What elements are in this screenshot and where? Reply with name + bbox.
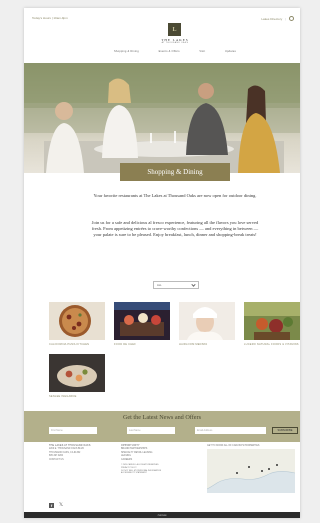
intro-text: Your favorite restaurants at The Lakes a…	[93, 193, 257, 198]
brand-logo[interactable]: Caruso	[158, 513, 167, 517]
chevron-down-icon	[191, 282, 196, 287]
intro-text-secondary: Join us for a safe and delicious al fres…	[91, 220, 259, 238]
footer-contact: THE LAKES AT THOUSAND OAKS 2200 E. THOUS…	[49, 445, 91, 462]
tenant-image	[49, 354, 105, 392]
page: Today's Hours | 10am-9pm Lakes Directory…	[24, 8, 300, 518]
tenant-card[interactable]: LUCERO NATURAL FOODS & VITAMINS	[244, 302, 300, 346]
social-links: f 𝕏	[49, 502, 63, 508]
logo[interactable]: L	[168, 23, 181, 36]
tenant-name: HAIRLOOM MEDSPA	[179, 343, 208, 346]
nav-item-events-offers[interactable]: Events & Offers	[159, 50, 180, 53]
tenant-name: CALIFORNIA PIZZA KITCHEN	[49, 343, 90, 346]
tenant-image	[244, 302, 300, 340]
facebook-icon[interactable]: f	[49, 502, 54, 508]
email-field[interactable]: Email Address	[195, 427, 266, 434]
footer-legal: © 2020 CARUSO. ALL RIGHTS RESERVED. PRIV…	[121, 464, 161, 475]
tenant-name: FOOD DE CHEF	[114, 343, 136, 346]
filter-value: ALL	[157, 283, 162, 287]
map-title: GET TO KNOW ALL OF CARUSO'S PROPERTIES	[207, 445, 260, 447]
divider: |	[285, 16, 286, 21]
tenant-card[interactable]: CALIFORNIA PIZZA KITCHEN	[49, 302, 105, 346]
directory-link[interactable]: Lakes Directory	[261, 17, 282, 21]
tenant-card[interactable]: SENLEE INEGARDE	[49, 354, 105, 398]
nav-item-updates[interactable]: Updates	[225, 50, 236, 53]
search-icon[interactable]	[289, 16, 294, 21]
brand-footer-bar: Caruso	[24, 512, 300, 518]
logo-initial: L	[172, 26, 177, 33]
hero-image	[24, 63, 300, 173]
footer-contact-link[interactable]: CONTACT US	[49, 459, 91, 462]
tenant-image	[179, 302, 235, 340]
newsletter-title: Get the Latest News and Offers	[122, 414, 202, 421]
hero-banner-title: Shopping & Dining	[120, 163, 230, 181]
first-name-field[interactable]: First Name	[49, 427, 97, 434]
tenant-name: LUCERO NATURAL FOODS & VITAMINS	[244, 343, 299, 346]
tenant-image	[114, 302, 170, 340]
last-name-field[interactable]: Last Name	[127, 427, 175, 434]
footer-link[interactable]: CAREERS	[121, 459, 161, 462]
footer-legal-link[interactable]: ACCESSIBILITY STATEMENT	[121, 472, 161, 475]
nav-item-visit[interactable]: Visit	[199, 50, 205, 53]
hours-link[interactable]: Today's Hours | 10am-9pm	[32, 16, 68, 20]
newsletter-section: Get the Latest News and Offers First Nam…	[24, 411, 300, 442]
header-right-links: Lakes Directory |	[261, 16, 294, 21]
subscribe-button[interactable]: SUBSCRIBE	[272, 427, 298, 434]
twitter-icon[interactable]: 𝕏	[59, 502, 63, 508]
properties-map[interactable]	[207, 449, 295, 493]
tenant-name: SENLEE INEGARDE	[49, 395, 77, 398]
nav-item-shopping-dining[interactable]: Shopping & Dining	[114, 50, 139, 53]
map-graphic	[207, 449, 295, 490]
logo-subtitle: AT THOUSAND OAKS	[161, 42, 189, 44]
tenant-card[interactable]: HAIRLOOM MEDSPA	[179, 302, 235, 346]
category-filter-select[interactable]: ALL	[153, 281, 199, 289]
hero-illustration	[24, 63, 300, 173]
footer-links: OPPORTUNITY BRAND PARTNERSHIPS SPECIALTY…	[121, 445, 161, 475]
main-nav: Shopping & Dining Events & Offers Visit …	[114, 50, 236, 53]
tenant-image	[49, 302, 105, 340]
tenant-card[interactable]: FOOD DE CHEF	[114, 302, 170, 346]
